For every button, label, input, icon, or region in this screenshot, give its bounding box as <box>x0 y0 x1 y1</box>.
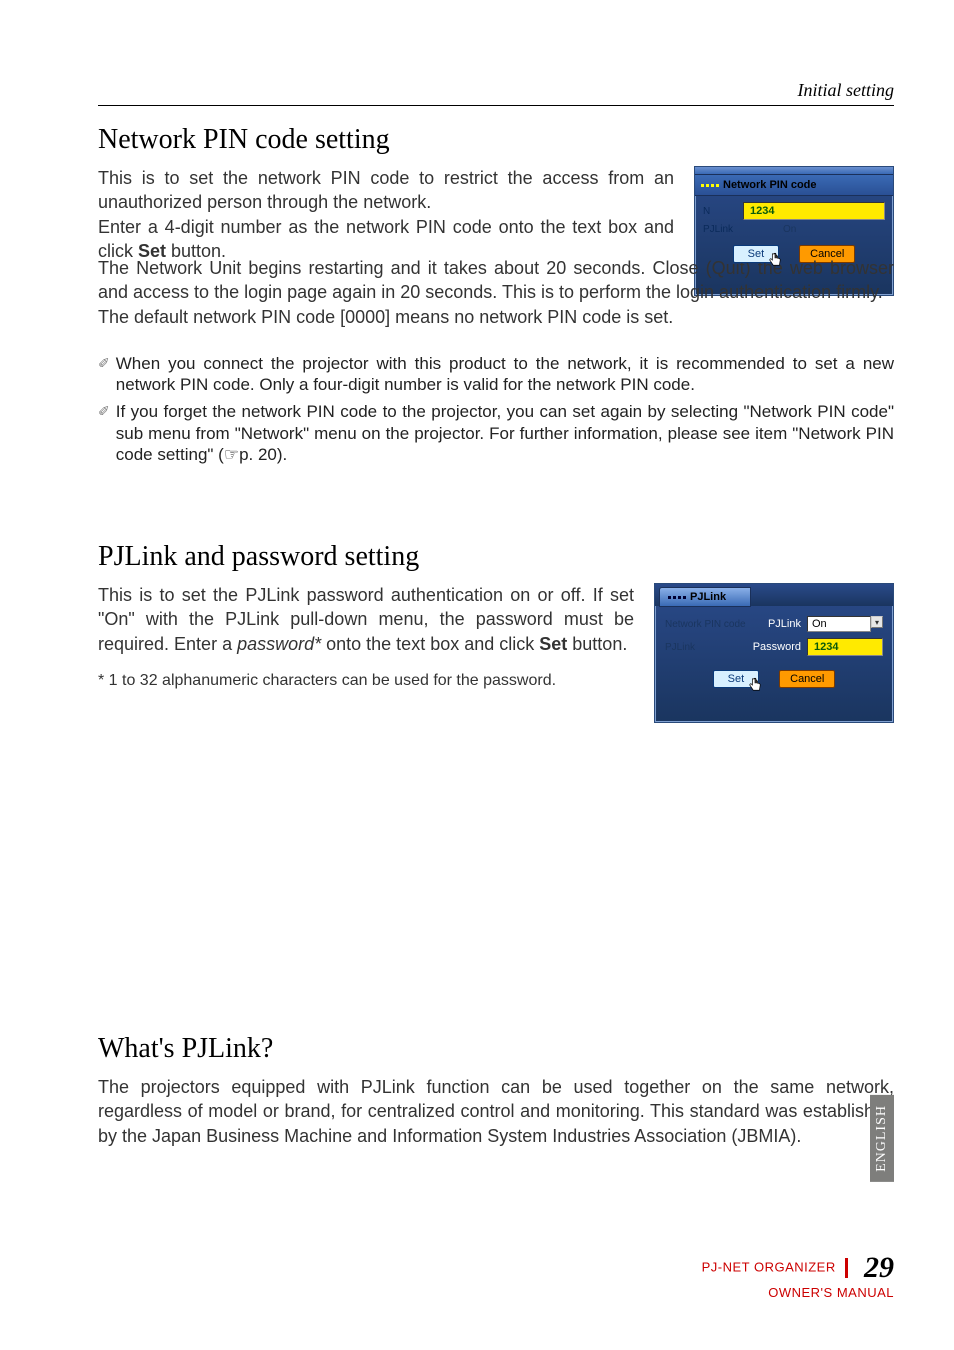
pjlink-label: PJLink <box>768 618 801 630</box>
panel1-sidelabel1: N <box>703 206 737 217</box>
language-tab: ENGLISH <box>870 1095 894 1182</box>
page-footer: PJ-NET ORGANIZER 29 OWNER'S MANUAL <box>702 1251 894 1300</box>
password-input[interactable]: 1234 <box>807 638 883 656</box>
panel2-tab: PJLink <box>659 587 751 607</box>
pencil-icon: ✐ <box>98 355 110 396</box>
heading-network-pin: Network PIN code setting <box>98 124 894 156</box>
section2-para1: This is to set the PJLink password authe… <box>98 583 634 656</box>
password-label: Password <box>753 641 801 653</box>
heading-whats-pjlink: What's PJLink? <box>98 1033 894 1065</box>
note-1-text: When you connect the projector with this… <box>116 353 894 396</box>
note-1: ✐ When you connect the projector with th… <box>98 353 894 396</box>
panel2-tab-icon <box>668 596 686 599</box>
note-2-text: If you forget the network PIN code to th… <box>116 401 894 465</box>
page-number: 29 <box>864 1251 894 1284</box>
section2-para1b: onto the text box and click <box>321 634 539 654</box>
hand-cursor-icon <box>748 677 762 693</box>
panel1-on-hidden: On <box>743 224 885 235</box>
password-italic: password* <box>237 634 321 654</box>
panel2-cancel-button[interactable]: Cancel <box>779 670 835 688</box>
section3-para: The projectors equipped with PJLink func… <box>98 1075 894 1148</box>
footer-divider <box>845 1258 848 1278</box>
section2-para1c: button. <box>567 634 627 654</box>
pencil-icon: ✐ <box>98 403 110 465</box>
hand-cursor-icon <box>768 252 782 268</box>
panel2-set-button[interactable]: Set <box>713 670 760 688</box>
header-breadcrumb: Initial setting <box>98 80 894 106</box>
footer-line2: OWNER'S MANUAL <box>768 1285 894 1300</box>
set-bold-2: Set <box>539 634 567 654</box>
pjlink-select[interactable]: On <box>807 616 871 632</box>
footer-line1: PJ-NET ORGANIZER <box>702 1259 836 1274</box>
section1-para4: The default network PIN code [0000] mean… <box>98 305 894 329</box>
screenshot-pjlink-panel: PJLink Network PIN code PJLink On ▾ <box>654 583 894 723</box>
chevron-down-icon[interactable]: ▾ <box>871 616 883 628</box>
password-footnote: * 1 to 32 alphanumeric characters can be… <box>98 672 634 690</box>
panel2-hidden1: Network PIN code <box>665 619 746 630</box>
panel1-title: Network PIN code <box>723 179 817 191</box>
heading-pjlink: PJLink and password setting <box>98 541 894 573</box>
note-2: ✐ If you forget the network PIN code to … <box>98 401 894 465</box>
pjlink-select-value: On <box>812 618 827 630</box>
panel1-sidelabel2: PJLink <box>703 224 737 235</box>
panel1-titlebar: Network PIN code <box>695 175 893 196</box>
pin-code-input[interactable]: 1234 <box>743 202 885 220</box>
panel2-tab-label: PJLink <box>690 591 726 603</box>
panel1-title-icon <box>701 184 719 187</box>
section1-para1: This is to set the network PIN code to r… <box>98 166 674 215</box>
panel1-set-label: Set <box>748 248 765 260</box>
panel2-set-label: Set <box>728 673 745 685</box>
panel1-set-button[interactable]: Set <box>733 245 780 263</box>
panel2-hidden2: PJLink <box>665 642 695 653</box>
